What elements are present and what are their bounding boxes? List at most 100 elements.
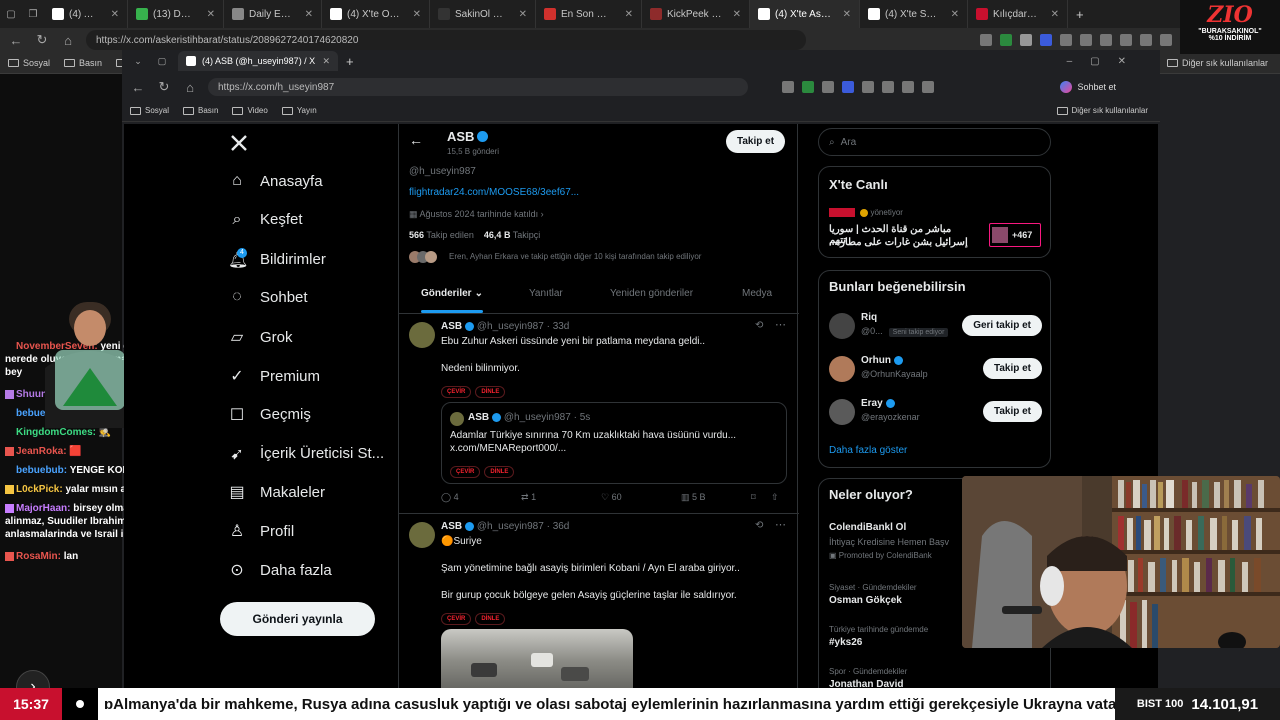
reload-icon[interactable]: ↻ — [156, 79, 172, 95]
outer-tab[interactable]: (13) Dashboard / St ✕ — [128, 0, 224, 28]
close-tab-icon[interactable]: ✕ — [837, 9, 851, 20]
tweet-media-image[interactable] — [441, 629, 633, 688]
tweet[interactable]: ASB @h_useyin987 · 33d ⟲ ⋯ Ebu Zuhur Ask… — [399, 314, 799, 514]
chat-username[interactable]: JeanRoka: — [16, 446, 67, 457]
listen-chip[interactable]: DİNLE — [475, 386, 506, 398]
views-button[interactable]: ▥ 5 B — [681, 492, 751, 503]
tab-actions-icon[interactable]: ▢ — [0, 9, 22, 20]
profile-link[interactable]: flightradar24.com/MOOSE68/3eef67... — [409, 187, 579, 198]
tweet-author-name[interactable]: ASB — [441, 521, 462, 532]
nav-profile[interactable]: ♙ Profil — [228, 521, 294, 541]
quoted-tweet[interactable]: ASB @h_useyin987 · 5s Adamlar Türkiye sı… — [441, 402, 787, 484]
translate-chip[interactable]: ÇEVİR — [441, 613, 472, 625]
extension-icon[interactable] — [1020, 34, 1032, 46]
outer-tab[interactable]: SakinOl Haber Mer ✕ — [430, 0, 536, 28]
chat-username[interactable]: L0ckPick: — [16, 484, 63, 495]
extension-icon[interactable] — [822, 81, 834, 93]
follow-back-button[interactable]: Geri takip et — [962, 315, 1042, 336]
extension-icon[interactable] — [980, 34, 992, 46]
nav-grok[interactable]: ▱ Grok — [228, 327, 293, 347]
nav-home[interactable]: ⌂ Anasayfa — [228, 172, 322, 190]
window-controls[interactable]: –▢✕ — [1067, 56, 1144, 67]
promo-title[interactable]: ColendiBankl Ol — [829, 522, 906, 533]
avatar[interactable] — [409, 322, 435, 348]
suggested-user[interactable]: Riq @0... Seni takip ediyor Geri takip et — [819, 307, 1052, 347]
profile-tab[interactable]: Yanıtlar — [529, 288, 563, 299]
tweet-time[interactable]: 33d — [553, 321, 570, 332]
extension-icon[interactable] — [842, 81, 854, 93]
grok-icon[interactable]: ⟲ — [755, 320, 763, 331]
outer-url-field[interactable]: https://x.com/askeristihbarat/status/208… — [86, 30, 806, 50]
back-arrow-icon[interactable]: ← — [409, 132, 423, 148]
outer-tab[interactable]: (4) Anasayfa / X ✕ — [44, 0, 128, 28]
bookmark-folder[interactable]: Sosyal — [130, 106, 169, 115]
follow-button[interactable]: Takip et — [726, 130, 786, 153]
post-button[interactable]: Gönderi yayınla — [220, 602, 375, 636]
nav-chat[interactable]: ◌ Sohbet — [228, 288, 307, 306]
tweet-handle[interactable]: @h_useyin987 — [477, 521, 544, 532]
other-bookmarks[interactable]: Diğer sık kullanılanlar — [1056, 106, 1148, 115]
profile-tab[interactable]: Gönderiler ⌄ — [421, 288, 483, 299]
extension-icon[interactable] — [882, 81, 894, 93]
nav-articles[interactable]: ▤ Makaleler — [228, 482, 325, 502]
outer-tab[interactable]: Kılıçdaroğlu geri ad ✕ — [968, 0, 1068, 28]
close-tab-icon[interactable]: ✕ — [201, 9, 215, 20]
nav-more[interactable]: ⊙ Daha fazla — [228, 560, 331, 580]
chat-username[interactable]: RosaMin: — [16, 551, 61, 562]
following-count[interactable]: 566 — [409, 230, 424, 240]
extension-icon[interactable] — [1000, 34, 1012, 46]
extension-icon[interactable] — [1080, 34, 1092, 46]
share-icon[interactable]: ⇧ — [771, 492, 791, 503]
profile-chat-button[interactable]: Sohbet et — [1060, 81, 1116, 93]
close-tab-icon[interactable]: ✕ — [322, 56, 330, 67]
inner-tab-active[interactable]: (4) ASB (@h_useyin987) / X ✕ — [178, 51, 338, 71]
live-participants[interactable]: +467 — [989, 223, 1041, 247]
avatar[interactable] — [409, 522, 435, 548]
trend-item[interactable]: Spor · Gündemdekiler Jonathan David — [829, 667, 1039, 688]
bookmark-folder[interactable]: Basın — [64, 58, 102, 68]
extension-icon[interactable] — [802, 81, 814, 93]
nav-history[interactable]: ☐ Geçmiş — [228, 405, 311, 425]
grok-icon[interactable]: ⟲ — [755, 520, 763, 531]
search-box[interactable]: ⌕ Ara — [818, 128, 1051, 156]
close-tab-icon[interactable]: ✕ — [299, 9, 313, 20]
close-tab-icon[interactable]: ✕ — [407, 9, 421, 20]
tab-search-icon[interactable]: ⌄ — [130, 56, 146, 67]
bookmark-icon[interactable]: ⌑ — [751, 492, 771, 503]
outer-tab[interactable]: (4) X'te Sözcü: "CHP ✕ — [860, 0, 968, 28]
tweet-handle[interactable]: @h_useyin987 — [477, 321, 544, 332]
reply-button[interactable]: ◯ 4 — [441, 492, 521, 503]
like-button[interactable]: ♡ 60 — [601, 492, 681, 503]
followed-by-text[interactable]: Eren, Ayhan Erkara ve takip ettiğin diğe… — [449, 252, 701, 261]
show-more-link[interactable]: Daha fazla göster — [829, 445, 907, 456]
reload-icon[interactable]: ↻ — [34, 32, 50, 48]
tab-actions-icon[interactable]: ▢ — [154, 56, 170, 67]
new-tab-icon[interactable]: + — [346, 54, 354, 69]
close-tab-icon[interactable]: ✕ — [105, 9, 119, 20]
chat-username[interactable]: KingdomComes: — [16, 427, 96, 438]
bookmark-folder[interactable]: Sosyal — [8, 58, 50, 68]
bookmark-folder[interactable]: Video — [232, 106, 268, 115]
listen-chip[interactable]: DİNLE — [484, 466, 515, 478]
translate-chip[interactable]: ÇEVİR — [450, 466, 481, 478]
extension-icon[interactable] — [1140, 34, 1152, 46]
profile-tab[interactable]: Yeniden gönderiler — [610, 288, 693, 299]
chat-username[interactable]: MajorHaan: — [16, 503, 70, 514]
outer-tab[interactable]: (4) X'te Askeri İstihb ✕ — [750, 0, 860, 28]
bookmark-folder[interactable]: Yayın — [281, 106, 317, 115]
outer-tab[interactable]: Daily EnSonHaber ✕ — [224, 0, 322, 28]
extension-icon[interactable] — [922, 81, 934, 93]
nav-creator-studio[interactable]: ➹ İçerik Üreticisi St... — [228, 444, 384, 464]
nav-explore[interactable]: ⌕ Keşfet — [228, 211, 303, 229]
profile-tab[interactable]: Medya — [742, 288, 772, 299]
extension-icon[interactable] — [1160, 34, 1172, 46]
repost-button[interactable]: ⇄ 1 — [521, 492, 601, 503]
quoted-link[interactable]: x.com/MENAReport000/... — [450, 443, 566, 454]
workspaces-icon[interactable]: ❐ — [22, 9, 44, 20]
new-tab-icon[interactable]: + — [1068, 7, 1084, 22]
live-card[interactable]: X'te Canlı yönetiyor مباشر من قناة الحدث… — [818, 166, 1051, 258]
extension-icon[interactable] — [1100, 34, 1112, 46]
follow-button[interactable]: Takip et — [982, 358, 1042, 379]
home-icon[interactable]: ⌂ — [60, 33, 76, 48]
bookmark-folder[interactable]: Basın — [183, 106, 218, 115]
